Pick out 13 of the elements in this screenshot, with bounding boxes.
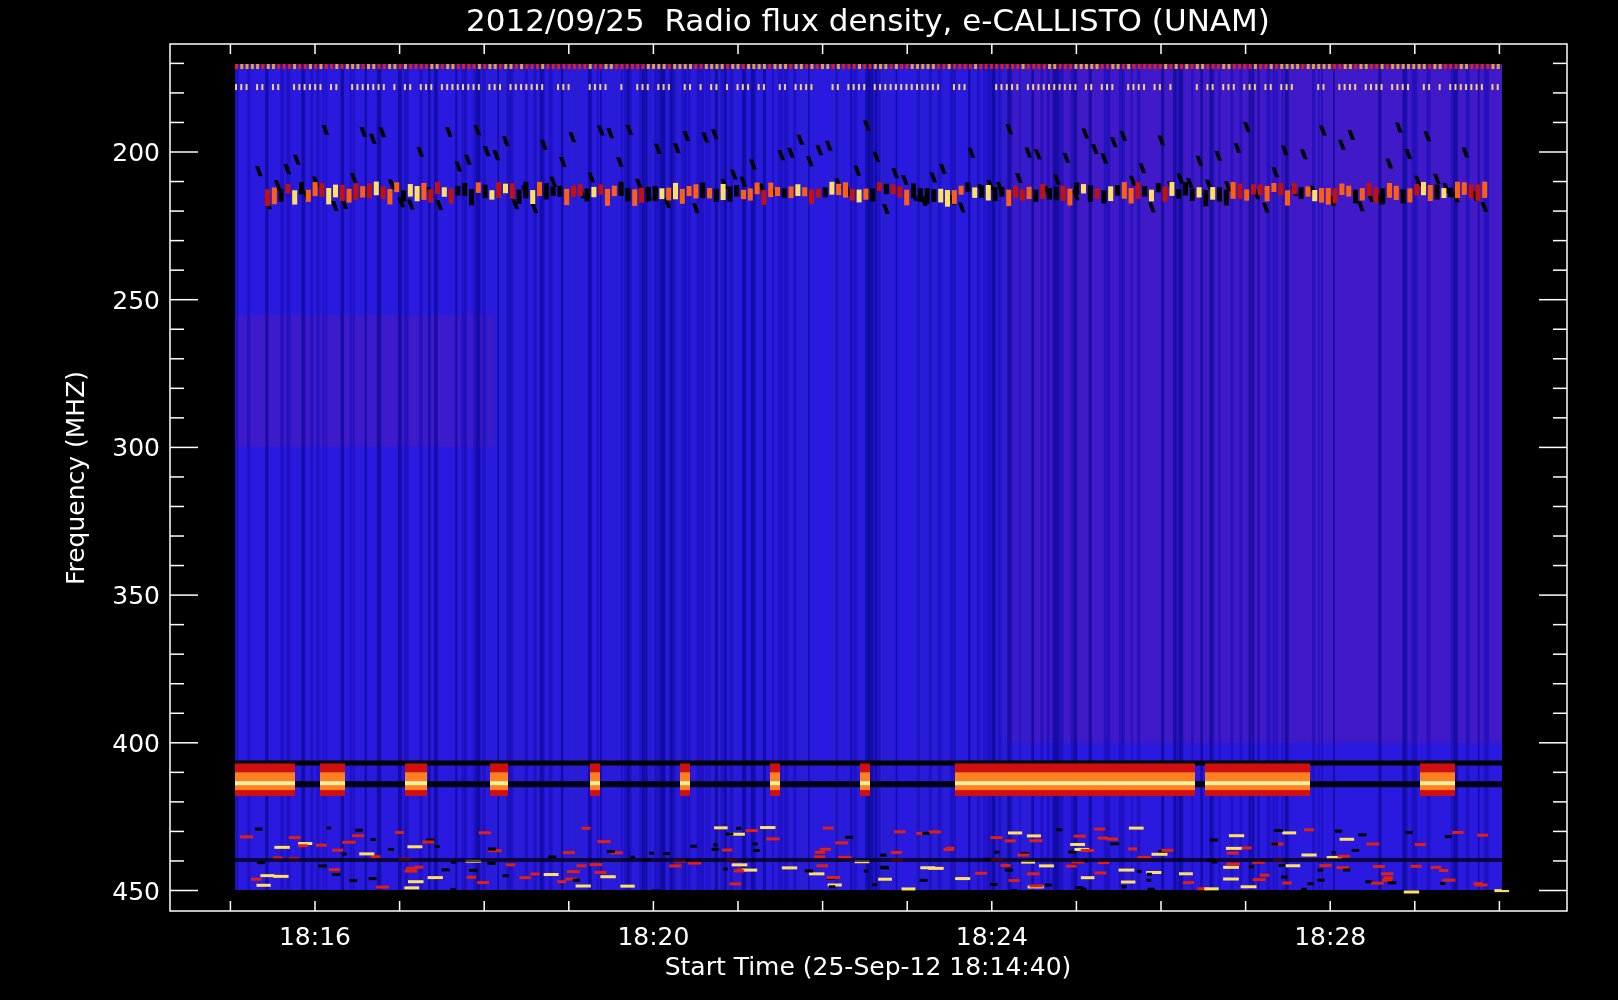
y-tick-label: 200	[112, 138, 160, 167]
x-tick-label: 18:16	[279, 922, 351, 951]
chart-title: 2012/09/25 Radio flux density, e-CALLISTO (UNAM)	[466, 2, 1270, 38]
x-tick-label: 18:20	[617, 922, 690, 951]
y-tick-label: 450	[112, 876, 160, 906]
y-tick-label: 250	[112, 285, 160, 315]
y-axis-label: Frequency (MHZ)	[61, 370, 90, 586]
x-axis-label: Start Time (25-Sep-12 18:14:40)	[664, 952, 1072, 981]
x-tick-label: 18:24	[955, 922, 1028, 951]
x-tick-label: 18:28	[1294, 922, 1367, 951]
y-tick-label: 300	[112, 433, 160, 463]
y-tick-label: 350	[112, 581, 160, 611]
y-tick-label: 400	[112, 728, 160, 758]
